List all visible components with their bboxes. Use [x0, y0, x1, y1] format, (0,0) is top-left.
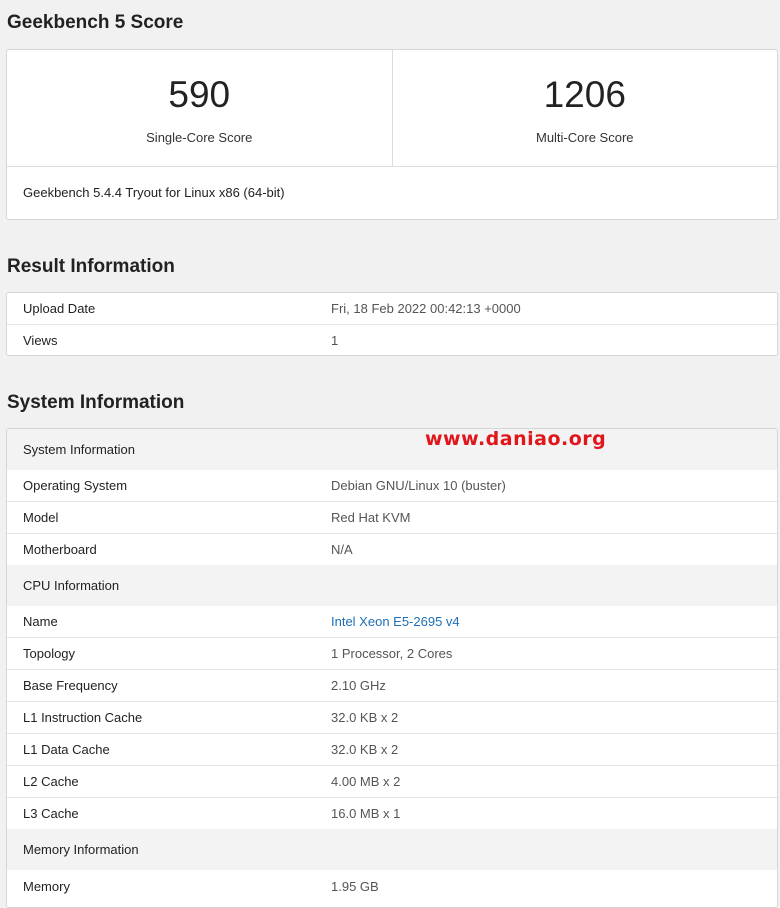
table-row: Upload Date Fri, 18 Feb 2022 00:42:13 +0…: [7, 293, 777, 324]
row-key: Views: [23, 333, 58, 348]
single-core-label: Single-Core Score: [146, 130, 253, 145]
system-section-title: System Information: [7, 392, 185, 413]
row-key: L3 Cache: [23, 806, 79, 821]
multi-core-score: 1206: [543, 74, 626, 115]
single-core-score: 590: [168, 74, 231, 115]
row-key: L2 Cache: [23, 774, 79, 789]
table-row: Name Intel Xeon E5-2695 v4: [7, 606, 777, 637]
row-value: 32.0 KB x 2: [331, 710, 399, 725]
table-row: Motherboard N/A: [7, 533, 777, 565]
row-value: 32.0 KB x 2: [331, 742, 399, 757]
cpu-name-link[interactable]: Intel Xeon E5-2695 v4: [331, 614, 460, 629]
row-value: 2.10 GHz: [331, 678, 386, 693]
row-value: 1.95 GB: [331, 879, 379, 894]
table-row: L2 Cache 4.00 MB x 2: [7, 765, 777, 797]
result-section-title: Result Information: [7, 256, 175, 277]
row-key: Base Frequency: [23, 678, 118, 693]
row-key: Memory: [23, 879, 70, 894]
row-value: 16.0 MB x 1: [331, 806, 401, 821]
row-value: Debian GNU/Linux 10 (buster): [331, 478, 506, 493]
scores-row: 590 Single-Core Score 1206 Multi-Core Sc…: [7, 50, 777, 167]
multi-core-cell: 1206 Multi-Core Score: [391, 50, 778, 166]
row-key: Topology: [23, 646, 76, 661]
row-key: Upload Date: [23, 301, 96, 316]
row-key: L1 Instruction Cache: [23, 710, 143, 725]
row-key: Name: [23, 614, 58, 629]
result-card: Upload Date Fri, 18 Feb 2022 00:42:13 +0…: [6, 292, 778, 356]
table-row: Operating System Debian GNU/Linux 10 (bu…: [7, 470, 777, 501]
table-row: Model Red Hat KVM: [7, 501, 777, 533]
table-row: Views 1: [7, 324, 777, 355]
row-value: 4.00 MB x 2: [331, 774, 401, 789]
table-row: L1 Data Cache 32.0 KB x 2: [7, 733, 777, 765]
group-header-cpu: CPU Information: [7, 565, 777, 606]
row-value: Fri, 18 Feb 2022 00:42:13 +0000: [331, 301, 521, 316]
table-row: Memory 1.95 GB: [7, 870, 777, 903]
table-row: Base Frequency 2.10 GHz: [7, 669, 777, 701]
group-header-memory: Memory Information: [7, 829, 777, 870]
table-row: L1 Instruction Cache 32.0 KB x 2: [7, 701, 777, 733]
single-core-cell: 590 Single-Core Score: [7, 50, 392, 166]
row-key: Model: [23, 510, 59, 525]
version-text: Geekbench 5.4.4 Tryout for Linux x86 (64…: [23, 185, 285, 200]
group-header-system: System Information: [7, 429, 777, 470]
watermark-text: www.daniao.org: [425, 428, 607, 450]
row-value: 1: [331, 333, 339, 348]
row-key: Motherboard: [23, 542, 97, 557]
multi-core-label: Multi-Core Score: [535, 130, 634, 145]
score-section-title: Geekbench 5 Score: [7, 12, 184, 33]
row-value: Red Hat KVM: [331, 510, 411, 525]
row-value: 1 Processor, 2 Cores: [331, 646, 453, 661]
score-card: 590 Single-Core Score 1206 Multi-Core Sc…: [6, 49, 778, 220]
table-row: L3 Cache 16.0 MB x 1: [7, 797, 777, 829]
system-card: System Information Operating System Debi…: [6, 428, 778, 908]
row-key: L1 Data Cache: [23, 742, 110, 757]
row-key: Operating System: [23, 478, 128, 493]
table-row: Topology 1 Processor, 2 Cores: [7, 637, 777, 669]
row-value: N/A: [331, 542, 353, 557]
